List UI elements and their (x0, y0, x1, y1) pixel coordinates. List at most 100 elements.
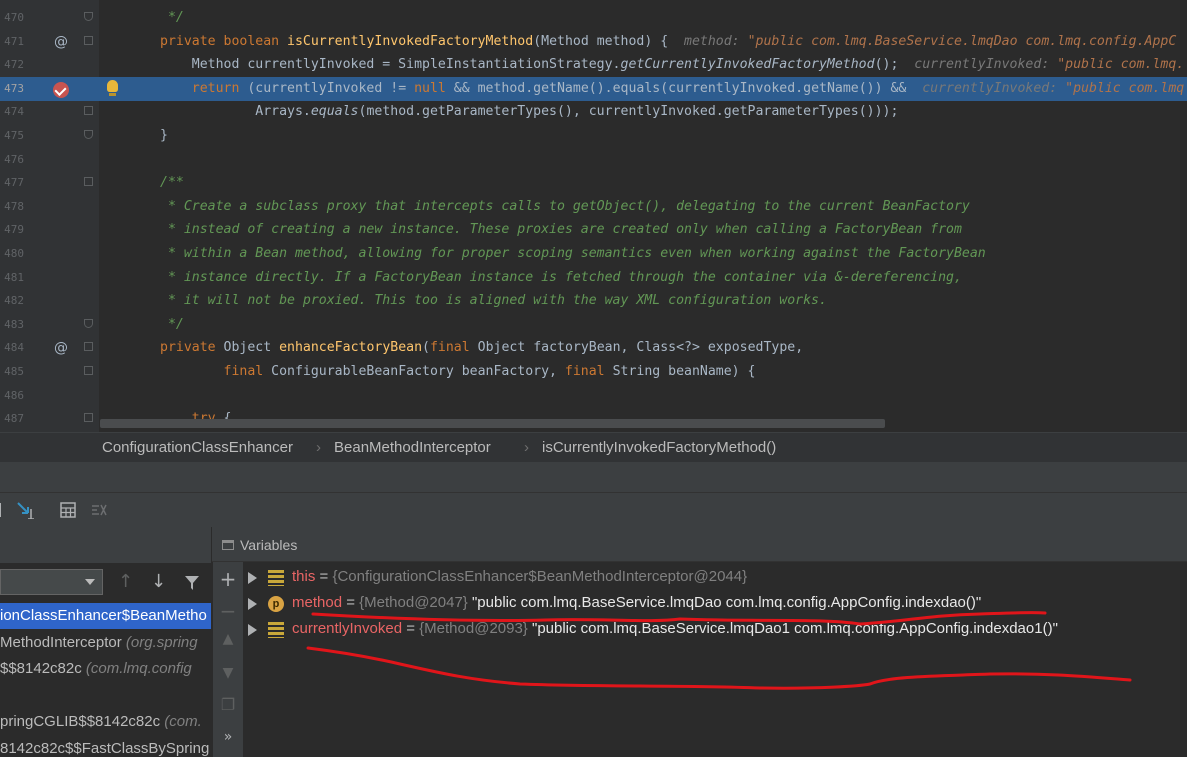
override-marker-icon[interactable]: @ (53, 34, 69, 50)
fold-marker-icon[interactable] (84, 366, 93, 375)
breadcrumb-separator-icon: › (316, 439, 321, 456)
line-number[interactable]: 481 (0, 266, 24, 290)
expand-arrow-icon[interactable] (248, 572, 257, 584)
move-down-icon[interactable]: ▼ (218, 665, 238, 681)
stack-frame[interactable]: pringCGLIB$$8142c82c (com. (0, 709, 211, 735)
code-line[interactable]: 478 * Create a subclass proxy that inter… (0, 195, 1187, 219)
filter-icon[interactable] (184, 575, 200, 591)
code-line[interactable]: 471 @ private boolean isCurrentlyInvokedFa… (0, 30, 1187, 54)
stack-frame[interactable]: MethodInterceptor (org.spring (0, 630, 211, 656)
add-watch-icon[interactable]: + (218, 567, 238, 591)
line-number[interactable]: 487 (0, 407, 24, 431)
expand-arrow-icon[interactable] (248, 598, 257, 610)
variable-name: this (292, 568, 316, 585)
line-number[interactable]: 478 (0, 195, 24, 219)
line-number[interactable]: 480 (0, 242, 24, 266)
variable-row[interactable]: this = {ConfigurationClassEnhancer$BeanM… (243, 564, 1187, 590)
line-number[interactable]: 471 (0, 30, 24, 54)
code-token: */ (160, 10, 184, 25)
arrow-down-icon[interactable]: ↓ (151, 571, 166, 592)
breadcrumb-item-method[interactable]: isCurrentlyInvokedFactoryMethod() (542, 433, 776, 462)
variable-row[interactable]: currentlyInvoked = {Method@2093} "public… (243, 616, 1187, 642)
fold-marker-icon[interactable] (84, 177, 93, 187)
code-line[interactable]: 479 * instead of creating a new instance… (0, 218, 1187, 242)
code-token: equals (310, 104, 359, 120)
stack-frame[interactable]: $$8142c82c (com.lmq.config (0, 656, 211, 682)
code-token: /** (160, 175, 184, 191)
stack-frame[interactable]: 8142c82c$$FastClassBySpring (0, 736, 211, 757)
run-to-cursor-icon[interactable] (16, 501, 34, 519)
code-line[interactable]: 476 (0, 148, 1187, 172)
code-token: private (160, 340, 224, 356)
fold-marker-icon[interactable] (84, 106, 93, 116)
override-marker-icon[interactable]: @ (53, 340, 69, 356)
code-text: private Object enhanceFactoryBean(final … (160, 336, 803, 360)
code-line[interactable]: 480 * within a Bean method, allowing for… (0, 242, 1187, 266)
lightbulb-icon[interactable] (107, 79, 118, 96)
fold-marker-icon[interactable] (84, 12, 93, 21)
code-text: */ (160, 313, 184, 337)
stack-frame[interactable]: ionClassEnhancer$BeanMetho (0, 603, 211, 629)
more-icon[interactable]: » (218, 729, 238, 745)
fold-marker-icon[interactable] (84, 130, 93, 139)
stack-frame-method: $$8142c82c (0, 660, 86, 677)
breakpoint-icon[interactable] (53, 81, 69, 98)
code-line[interactable]: 484 @ private Object enhanceFactoryBean(fi… (0, 336, 1187, 360)
fold-marker-icon[interactable] (84, 35, 93, 45)
line-number[interactable]: 486 (0, 384, 24, 408)
stack-frame-package: (org.spring (125, 633, 198, 651)
line-number[interactable]: 482 (0, 289, 24, 313)
code-line[interactable]: 474 Arrays.equals(method.getParameterTyp… (0, 100, 1187, 124)
line-number[interactable]: 475 (0, 124, 24, 148)
code-text: final ConfigurableBeanFactory beanFactor… (160, 360, 756, 384)
copy-icon[interactable]: ❐ (218, 695, 238, 714)
line-number[interactable]: 485 (0, 360, 24, 384)
line-number[interactable]: 483 (0, 313, 24, 337)
code-text: * instance directly. If a FactoryBean in… (160, 266, 962, 290)
line-number[interactable]: 474 (0, 100, 24, 124)
move-up-icon[interactable]: ▲ (218, 631, 238, 647)
code-token: final (160, 364, 272, 379)
code-line[interactable]: 473 return (currentlyInvoked != null && … (0, 76, 1187, 101)
code-line[interactable]: 481 * instance directly. If a FactoryBea… (0, 266, 1187, 290)
code-line[interactable]: 482 * it will not be proxied. This too i… (0, 289, 1187, 313)
code-line[interactable]: 485 final ConfigurableBeanFactory beanFa… (0, 360, 1187, 384)
remove-watch-icon[interactable]: − (218, 599, 238, 623)
code-token: private boolean (160, 33, 288, 49)
debug-toolbar (0, 492, 1187, 528)
line-number[interactable]: 477 (0, 171, 24, 195)
breadcrumb-item-class[interactable]: ConfigurationClassEnhancer (102, 433, 293, 462)
code-token: (); (874, 57, 915, 73)
line-number[interactable]: 472 (0, 53, 24, 77)
variable-name: method (292, 594, 343, 611)
breadcrumb-item-inner-class[interactable]: BeanMethodInterceptor (334, 433, 491, 462)
code-line[interactable]: 475} (0, 124, 1187, 148)
code-editor[interactable]: 470 */471 @ private boolean isCurrentlyInv… (0, 0, 1187, 432)
code-line[interactable]: 486 (0, 384, 1187, 408)
variable-row[interactable]: p method = {Method@2047} "public com.lmq.… (243, 590, 1187, 616)
line-number[interactable]: 479 (0, 218, 24, 242)
line-number[interactable]: 470 (0, 6, 24, 30)
field-icon (268, 570, 284, 586)
stack-frame[interactable] (0, 683, 211, 709)
evaluate-expression-icon[interactable] (59, 501, 77, 519)
code-token: && method.getName().equals(currentlyInvo… (445, 80, 923, 96)
variable-equals: = (342, 594, 360, 611)
fold-marker-icon[interactable] (84, 342, 93, 352)
code-line[interactable]: 477 /** (0, 171, 1187, 195)
code-line[interactable]: 470 */ (0, 6, 1187, 30)
fold-marker-icon[interactable] (84, 318, 93, 328)
line-number[interactable]: 476 (0, 148, 24, 172)
trace-current-stream-icon[interactable] (90, 501, 108, 519)
code-line[interactable]: 483 */ (0, 313, 1187, 337)
line-number[interactable]: 484 (0, 336, 24, 360)
fold-marker-icon[interactable] (84, 413, 93, 423)
step-out-icon[interactable] (0, 501, 14, 519)
code-line[interactable]: 472 Method currentlyInvoked = SimpleInst… (0, 53, 1187, 77)
expand-arrow-icon[interactable] (248, 624, 257, 636)
code-token: Object (223, 340, 280, 356)
horizontal-scrollbar[interactable] (100, 419, 885, 428)
line-number[interactable]: 473 (0, 77, 24, 101)
thread-selector[interactable] (0, 569, 103, 595)
arrow-up-icon[interactable]: ↑ (118, 571, 133, 592)
